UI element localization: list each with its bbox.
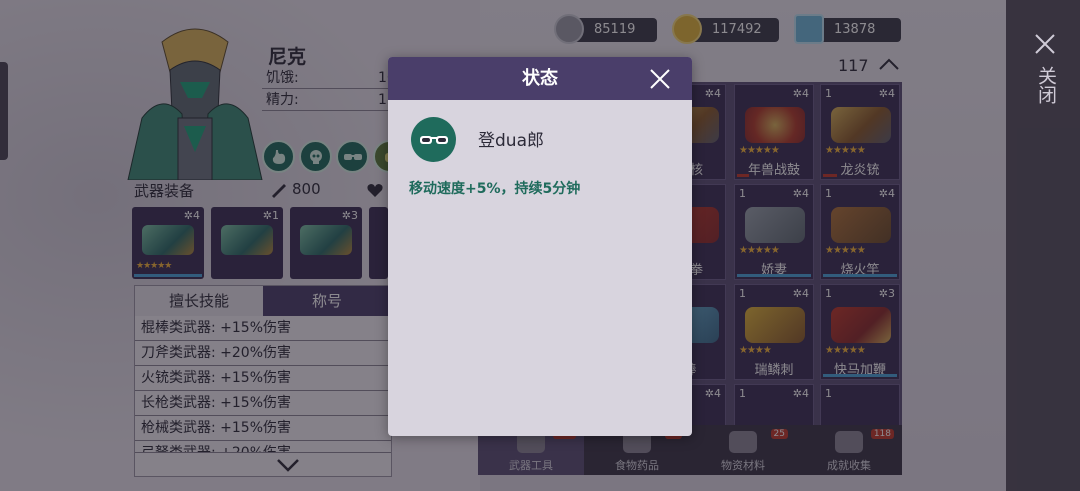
sunglasses-icon (411, 117, 456, 162)
close-icon[interactable] (1034, 33, 1056, 55)
dialog-title: 状态 (522, 68, 558, 89)
close-label: 关闭 (1035, 66, 1057, 104)
close-panel-button[interactable]: 关闭 (1034, 66, 1057, 110)
dialog-header: 状态 (388, 57, 692, 100)
status-dialog: 状态 登dua郎 移动速度+5%，持续5分钟 (388, 57, 692, 436)
buff-name: 登dua郎 (478, 131, 544, 151)
close-icon[interactable] (648, 67, 672, 91)
buff-description: 移动速度+5%，持续5分钟 (409, 181, 581, 197)
